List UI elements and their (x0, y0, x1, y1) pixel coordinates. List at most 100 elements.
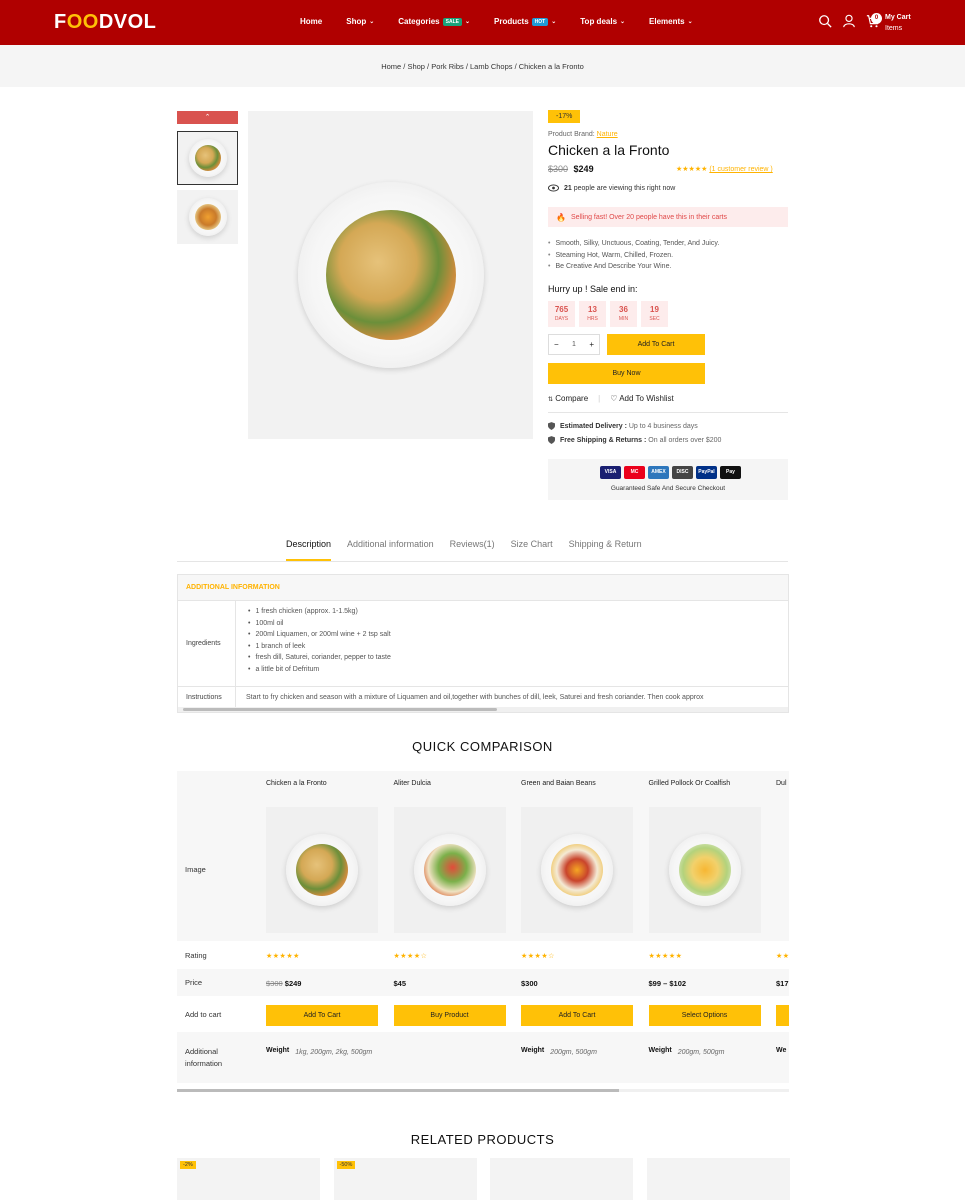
cart-sub: Items (885, 25, 903, 32)
thumb-scroll-up-button[interactable]: ⌃ (177, 111, 238, 124)
divider (548, 412, 788, 413)
increase-qty-button[interactable]: + (589, 340, 594, 349)
viewing-notice: 21 people are viewing this right now (548, 184, 675, 192)
related-product-card[interactable] (646, 1158, 790, 1200)
highlight-item: Steaming Hot, Warm, Chilled, Frozen. (548, 250, 719, 262)
thumbnail-1[interactable] (177, 131, 238, 185)
related-product-card[interactable]: -2% (177, 1158, 320, 1200)
compare-product-name[interactable]: Chicken a la Fronto (266, 780, 327, 787)
fire-icon: 🔥 (556, 212, 566, 222)
row-label-rating: Rating (185, 951, 207, 960)
nav-item-top-deals[interactable]: Top deals ⌄ (580, 17, 625, 26)
payment-card-icon: VISA (600, 466, 621, 479)
discount-badge: -2% (180, 1161, 196, 1169)
breadcrumb-bar: Home / Shop / Pork Ribs / Lamb Chops / C… (0, 45, 965, 87)
compare-product-image[interactable] (521, 807, 633, 933)
horizontal-scrollbar[interactable] (178, 707, 788, 712)
wishlist-link[interactable]: ♡ Add To Wishlist (610, 394, 674, 403)
buy-now-button[interactable]: Buy Now (548, 363, 705, 384)
breadcrumb[interactable]: Home / Shop / Pork Ribs / Lamb Chops / C… (0, 62, 965, 71)
related-product-card[interactable] (490, 1158, 633, 1200)
compare-link[interactable]: ⇅ Compare (548, 394, 588, 403)
product-brand: Product Brand: Nature (548, 131, 618, 138)
ingredient-item: a little bit of Defritum (248, 664, 391, 676)
product-plate (668, 834, 741, 906)
comparison-column: Chicken a la Fronto ★★★★★ $300 $249 Add To … (266, 771, 378, 1083)
cart-summary[interactable]: My Cart Items (885, 12, 911, 34)
payment-card-icon: AMEX (648, 466, 669, 479)
cart-title: My Cart (885, 14, 911, 21)
site-logo[interactable]: FOODVOL (54, 11, 156, 34)
nav-item-elements[interactable]: Elements ⌄ (649, 17, 693, 26)
row-label-price: Price (185, 978, 203, 987)
decrease-qty-button[interactable]: − (554, 340, 559, 349)
compare-rating-stars: ★★★★★ (266, 953, 300, 960)
tab-description[interactable]: Description (286, 539, 332, 561)
tab-additional-information[interactable]: Additional information (347, 539, 434, 561)
related-products-title: RELATED PRODUCTS (410, 1132, 555, 1147)
product-rating: ★★★★★ (1 customer review ) (676, 165, 773, 173)
compare-action-button[interactable]: Select Options (648, 1005, 761, 1026)
secure-checkout-box: VISA MC AMEX DISC PayPal Pay Guaranteed Safe … (548, 459, 788, 500)
rating-stars: ★★★★★ (676, 166, 708, 173)
compare-icon: ⇅ (548, 397, 554, 403)
sale-countdown-title: Hurry up ! Sale end in: (548, 284, 638, 294)
comparison-scrollbar[interactable] (177, 1089, 789, 1092)
user-icon[interactable] (842, 14, 856, 28)
selling-fast-notice: 🔥 Selling fast! Over 20 people have this… (548, 207, 788, 227)
comparison-column: Green and Baian Beans ★★★★☆ $300 Add To Car… (521, 771, 633, 1083)
nav-item-products[interactable]: Products HOT ⌄ (494, 17, 556, 26)
brand-link[interactable]: Nature (597, 131, 618, 138)
product-plate (413, 834, 486, 906)
main-product-image[interactable] (248, 111, 533, 439)
compare-product-name[interactable]: Aliter Dulcia (394, 780, 431, 787)
product-title: Chicken a la Fronto (548, 142, 670, 158)
shipping-info: Free Shipping & Returns : On all orders … (548, 436, 721, 444)
compare-product-name[interactable]: Grilled Pollock Or Coalfish (649, 780, 731, 787)
ingredients-value: 1 fresh chicken (approx. 1-1.5kg)100ml o… (236, 601, 401, 686)
compare-price: $45 (393, 979, 407, 988)
compare-action-button[interactable] (776, 1005, 789, 1026)
compare-product-image[interactable] (266, 807, 378, 933)
related-product-card[interactable]: -50% (333, 1158, 477, 1200)
add-to-cart-button[interactable]: Add To Cart (607, 334, 705, 355)
main-nav: Home Shop ⌄ Categories SALE ⌄ Products HOT ⌄ Top … (300, 17, 717, 26)
quantity-stepper[interactable]: − 1 + (548, 334, 600, 355)
quantity-value[interactable]: 1 (572, 341, 576, 348)
comparison-column: Grilled Pollock Or Coalfish ★★★★★ $99 – $1… (648, 771, 761, 1083)
tab-size-chart[interactable]: Size Chart (511, 539, 553, 561)
compare-product-image[interactable] (648, 807, 761, 933)
viewing-text: people are viewing this right now (573, 184, 676, 192)
payment-card-icon: Pay (720, 466, 741, 479)
review-link[interactable]: (1 customer review ) (709, 166, 772, 173)
payment-card-icon: DISC (672, 466, 693, 479)
compare-rating-stars: ★★ (776, 953, 789, 960)
ingredient-item: 1 fresh chicken (approx. 1-1.5kg) (248, 606, 391, 618)
compare-action-button[interactable]: Add To Cart (521, 1005, 633, 1026)
tab-reviews[interactable]: Reviews(1) (450, 539, 495, 561)
chevron-down-icon: ⌄ (464, 19, 470, 25)
compare-action-button[interactable]: Buy Product (393, 1005, 506, 1026)
tab-shipping-return[interactable]: Shipping & Return (569, 539, 642, 561)
nav-item-home[interactable]: Home (300, 17, 322, 26)
nav-item-shop[interactable]: Shop ⌄ (346, 17, 374, 26)
row-label-image: Image (185, 865, 206, 874)
compare-action-button[interactable]: Add To Cart (266, 1005, 378, 1026)
chevron-down-icon: ⌄ (620, 19, 626, 25)
ingredient-item: 200ml Liquamen, or 200ml wine + 2 tsp sa… (248, 629, 391, 641)
compare-product-image[interactable] (393, 807, 506, 933)
thumbnail-2[interactable] (177, 190, 238, 244)
ingredients-label: Ingredients (178, 601, 236, 686)
compare-product-name[interactable]: Green and Baian Beans (521, 780, 596, 787)
compare-product-name[interactable]: Dul (776, 780, 787, 787)
search-icon[interactable] (818, 14, 832, 28)
additional-info-heading: ADDITIONAL INFORMATION (178, 575, 788, 601)
compare-rating-stars: ★★★★★ (648, 953, 683, 960)
comparison-table: Image Rating Price Add to cart Additiona… (177, 771, 789, 1083)
compare-price: $17 (776, 979, 789, 988)
nav-item-categories[interactable]: Categories SALE ⌄ (398, 17, 470, 26)
payment-card-icon: PayPal (696, 466, 717, 479)
chevron-up-icon: ⌃ (204, 114, 211, 121)
payment-card-icon: MC (624, 466, 645, 479)
delivery-info: Estimated Delivery : Up to 4 business da… (548, 422, 698, 430)
